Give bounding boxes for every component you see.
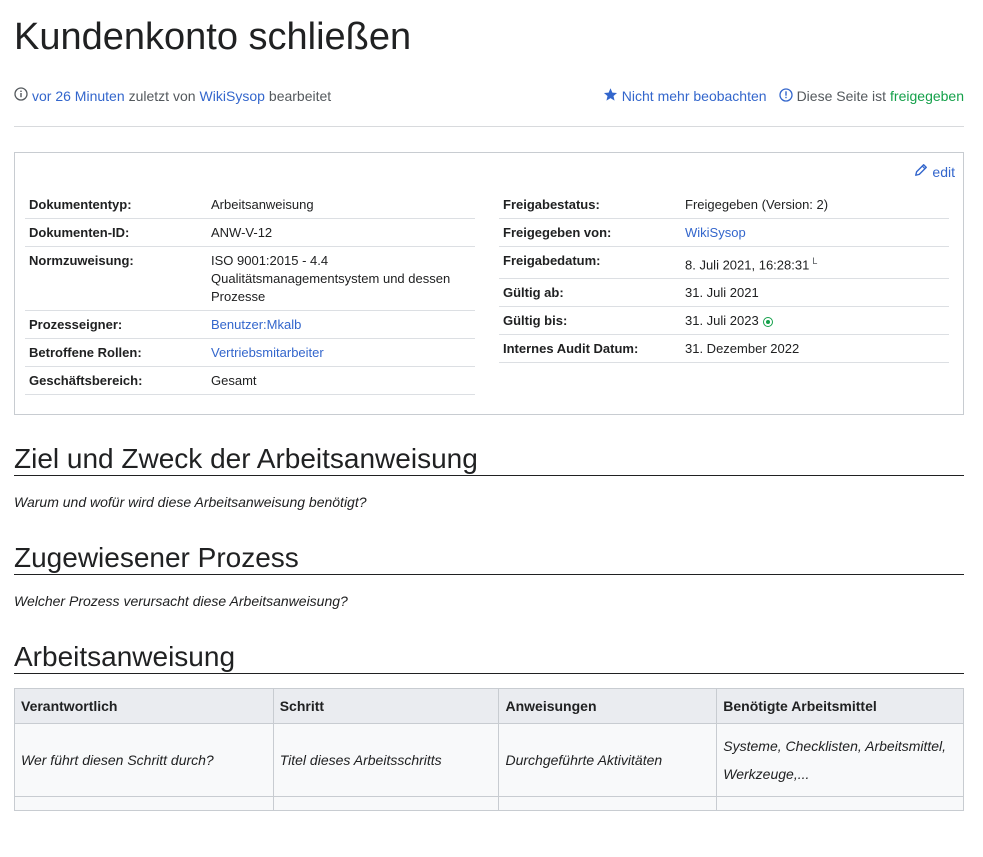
section-heading-purpose: Ziel und Zweck der Arbeitsanweisung [14, 443, 964, 476]
infobox-row-document-id: Dokumenten-ID: ANW-V-12 [25, 219, 475, 247]
infobox-left-column: Dokumententyp: Arbeitsanweisung Dokument… [25, 191, 475, 395]
section-text-process: Welcher Prozess verursacht diese Arbeits… [14, 593, 348, 609]
approval-status-link[interactable]: freigegeben [890, 88, 964, 104]
field-label: Freigabedatum: [503, 253, 601, 268]
field-label: Internes Audit Datum: [503, 341, 639, 357]
page-title: Kundenkonto schließen [14, 16, 412, 58]
unwatch-link[interactable]: Nicht mehr beobachten [622, 88, 767, 104]
field-label: Normzuweisung: [29, 253, 134, 268]
table-header-resources: Benötigte Arbeitsmittel [716, 688, 964, 724]
info-icon [14, 87, 28, 104]
infobox-row-approval-status: Freigabestatus: Freigegeben (Version: 2) [499, 191, 949, 219]
page-actions: Nicht mehr beobachten Diese Seite ist fr… [603, 87, 964, 105]
history-link[interactable]: vor 26 Minuten [32, 88, 125, 104]
table-cell-empty [272, 796, 500, 811]
field-value: 31. Dezember 2022 [685, 341, 800, 357]
infobox-row-document-type: Dokumententyp: Arbeitsanweisung [25, 191, 475, 219]
table-cell-empty [14, 796, 274, 811]
field-label: Betroffene Rollen: [29, 345, 142, 360]
field-value-wrap: 8. Juli 2021, 16:28:31 L [685, 252, 949, 274]
table-row: Wer führt diesen Schritt durch? Titel di… [14, 723, 964, 797]
infobox-row-business-area: Geschäftsbereich: Gesamt [25, 367, 475, 395]
infobox-right-column: Freigabestatus: Freigegeben (Version: 2)… [499, 191, 949, 364]
field-value: Arbeitsanweisung [211, 197, 314, 212]
field-label: Dokumententyp: [29, 197, 132, 212]
table-cell-instructions: Durchgeführte Aktivitäten [498, 723, 718, 797]
page-meta-bar: vor 26 Minuten zuletzt von WikiSysop bea… [14, 86, 964, 106]
divider [14, 126, 964, 127]
approval-date-marker: L [812, 256, 818, 266]
section-heading-instruction: Arbeitsanweisung [14, 641, 964, 674]
field-value: 31. Juli 2021 [685, 285, 759, 301]
process-owner-link[interactable]: Benutzer:Mkalb [211, 316, 475, 334]
field-value: ANW-V-12 [211, 225, 273, 240]
last-edit-info: vor 26 Minuten zuletzt von WikiSysop bea… [14, 87, 331, 104]
star-icon[interactable] [603, 87, 618, 105]
table-header-instructions: Anweisungen [498, 688, 718, 724]
field-label: Freigabestatus: [503, 197, 600, 212]
field-value: ISO 9001:2015 - 4.4 Qualitätsmanagements… [211, 253, 451, 304]
table-row-empty [14, 796, 964, 811]
edit-button[interactable]: edit [914, 163, 955, 180]
field-value: Gesamt [211, 373, 257, 388]
infobox-row-approval-date: Freigabedatum: 8. Juli 2021, 16:28:31 L [499, 247, 949, 280]
user-link[interactable]: WikiSysop [200, 88, 265, 104]
field-label: Gültig ab: [503, 285, 564, 301]
field-value: Freigegeben (Version: 2) [685, 197, 829, 212]
infobox-row-approved-by: Freigegeben von: WikiSysop [499, 219, 949, 247]
status-dot-icon [762, 316, 773, 327]
table-header-responsible: Verantwortlich [14, 688, 274, 724]
valid-until-date: 31. Juli 2023 [685, 313, 759, 329]
table-cell-responsible: Wer führt diesen Schritt durch? [14, 723, 274, 797]
edit-label: edit [932, 163, 955, 180]
instruction-table: Verantwortlich Schritt Anweisungen Benöt… [14, 688, 964, 811]
section-heading-process: Zugewiesener Prozess [14, 542, 964, 575]
table-cell-step: Titel dieses Arbeitsschritts [272, 723, 500, 797]
approver-link[interactable]: WikiSysop [685, 224, 949, 242]
approval-date: 8. Juli 2021, 16:28:31 [685, 257, 810, 273]
infobox-row-standard: Normzuweisung: ISO 9001:2015 - 4.4 Quali… [25, 247, 475, 311]
field-label: Gültig bis: [503, 313, 568, 329]
table-header-step: Schritt [272, 688, 500, 724]
pencil-icon [914, 163, 928, 180]
table-cell-empty [716, 796, 964, 811]
infobox-row-roles: Betroffene Rollen: Vertriebsmitarbeiter [25, 339, 475, 367]
status-text: Diese Seite ist [796, 88, 887, 104]
edited-text: bearbeitet [268, 87, 332, 104]
infobox-row-audit-date: Internes Audit Datum: 31. Dezember 2022 [499, 335, 949, 364]
field-label: Geschäftsbereich: [29, 373, 143, 388]
section-text-purpose: Warum und wofür wird diese Arbeitsanweis… [14, 494, 367, 510]
infobox-row-valid-until: Gültig bis: 31. Juli 2023 [499, 307, 949, 336]
table-header-row: Verantwortlich Schritt Anweisungen Benöt… [14, 688, 964, 724]
edited-by-text: zuletzt von [128, 87, 196, 104]
table-cell-empty [498, 796, 718, 811]
field-label: Dokumenten-ID: [29, 225, 130, 240]
field-label: Prozesseigner: [29, 317, 123, 332]
info-circle-icon [778, 87, 793, 105]
field-value-wrap: 31. Juli 2023 [685, 312, 949, 330]
document-infobox: edit Dokumententyp: Arbeitsanweisung Dok… [14, 152, 964, 415]
infobox-row-process-owner: Prozesseigner: Benutzer:Mkalb [25, 311, 475, 339]
table-cell-resources: Systeme, Checklisten, Arbeitsmittel, Wer… [716, 723, 964, 797]
field-label: Freigegeben von: [503, 225, 612, 240]
roles-link[interactable]: Vertriebsmitarbeiter [211, 344, 475, 362]
infobox-row-valid-from: Gültig ab: 31. Juli 2021 [499, 279, 949, 308]
